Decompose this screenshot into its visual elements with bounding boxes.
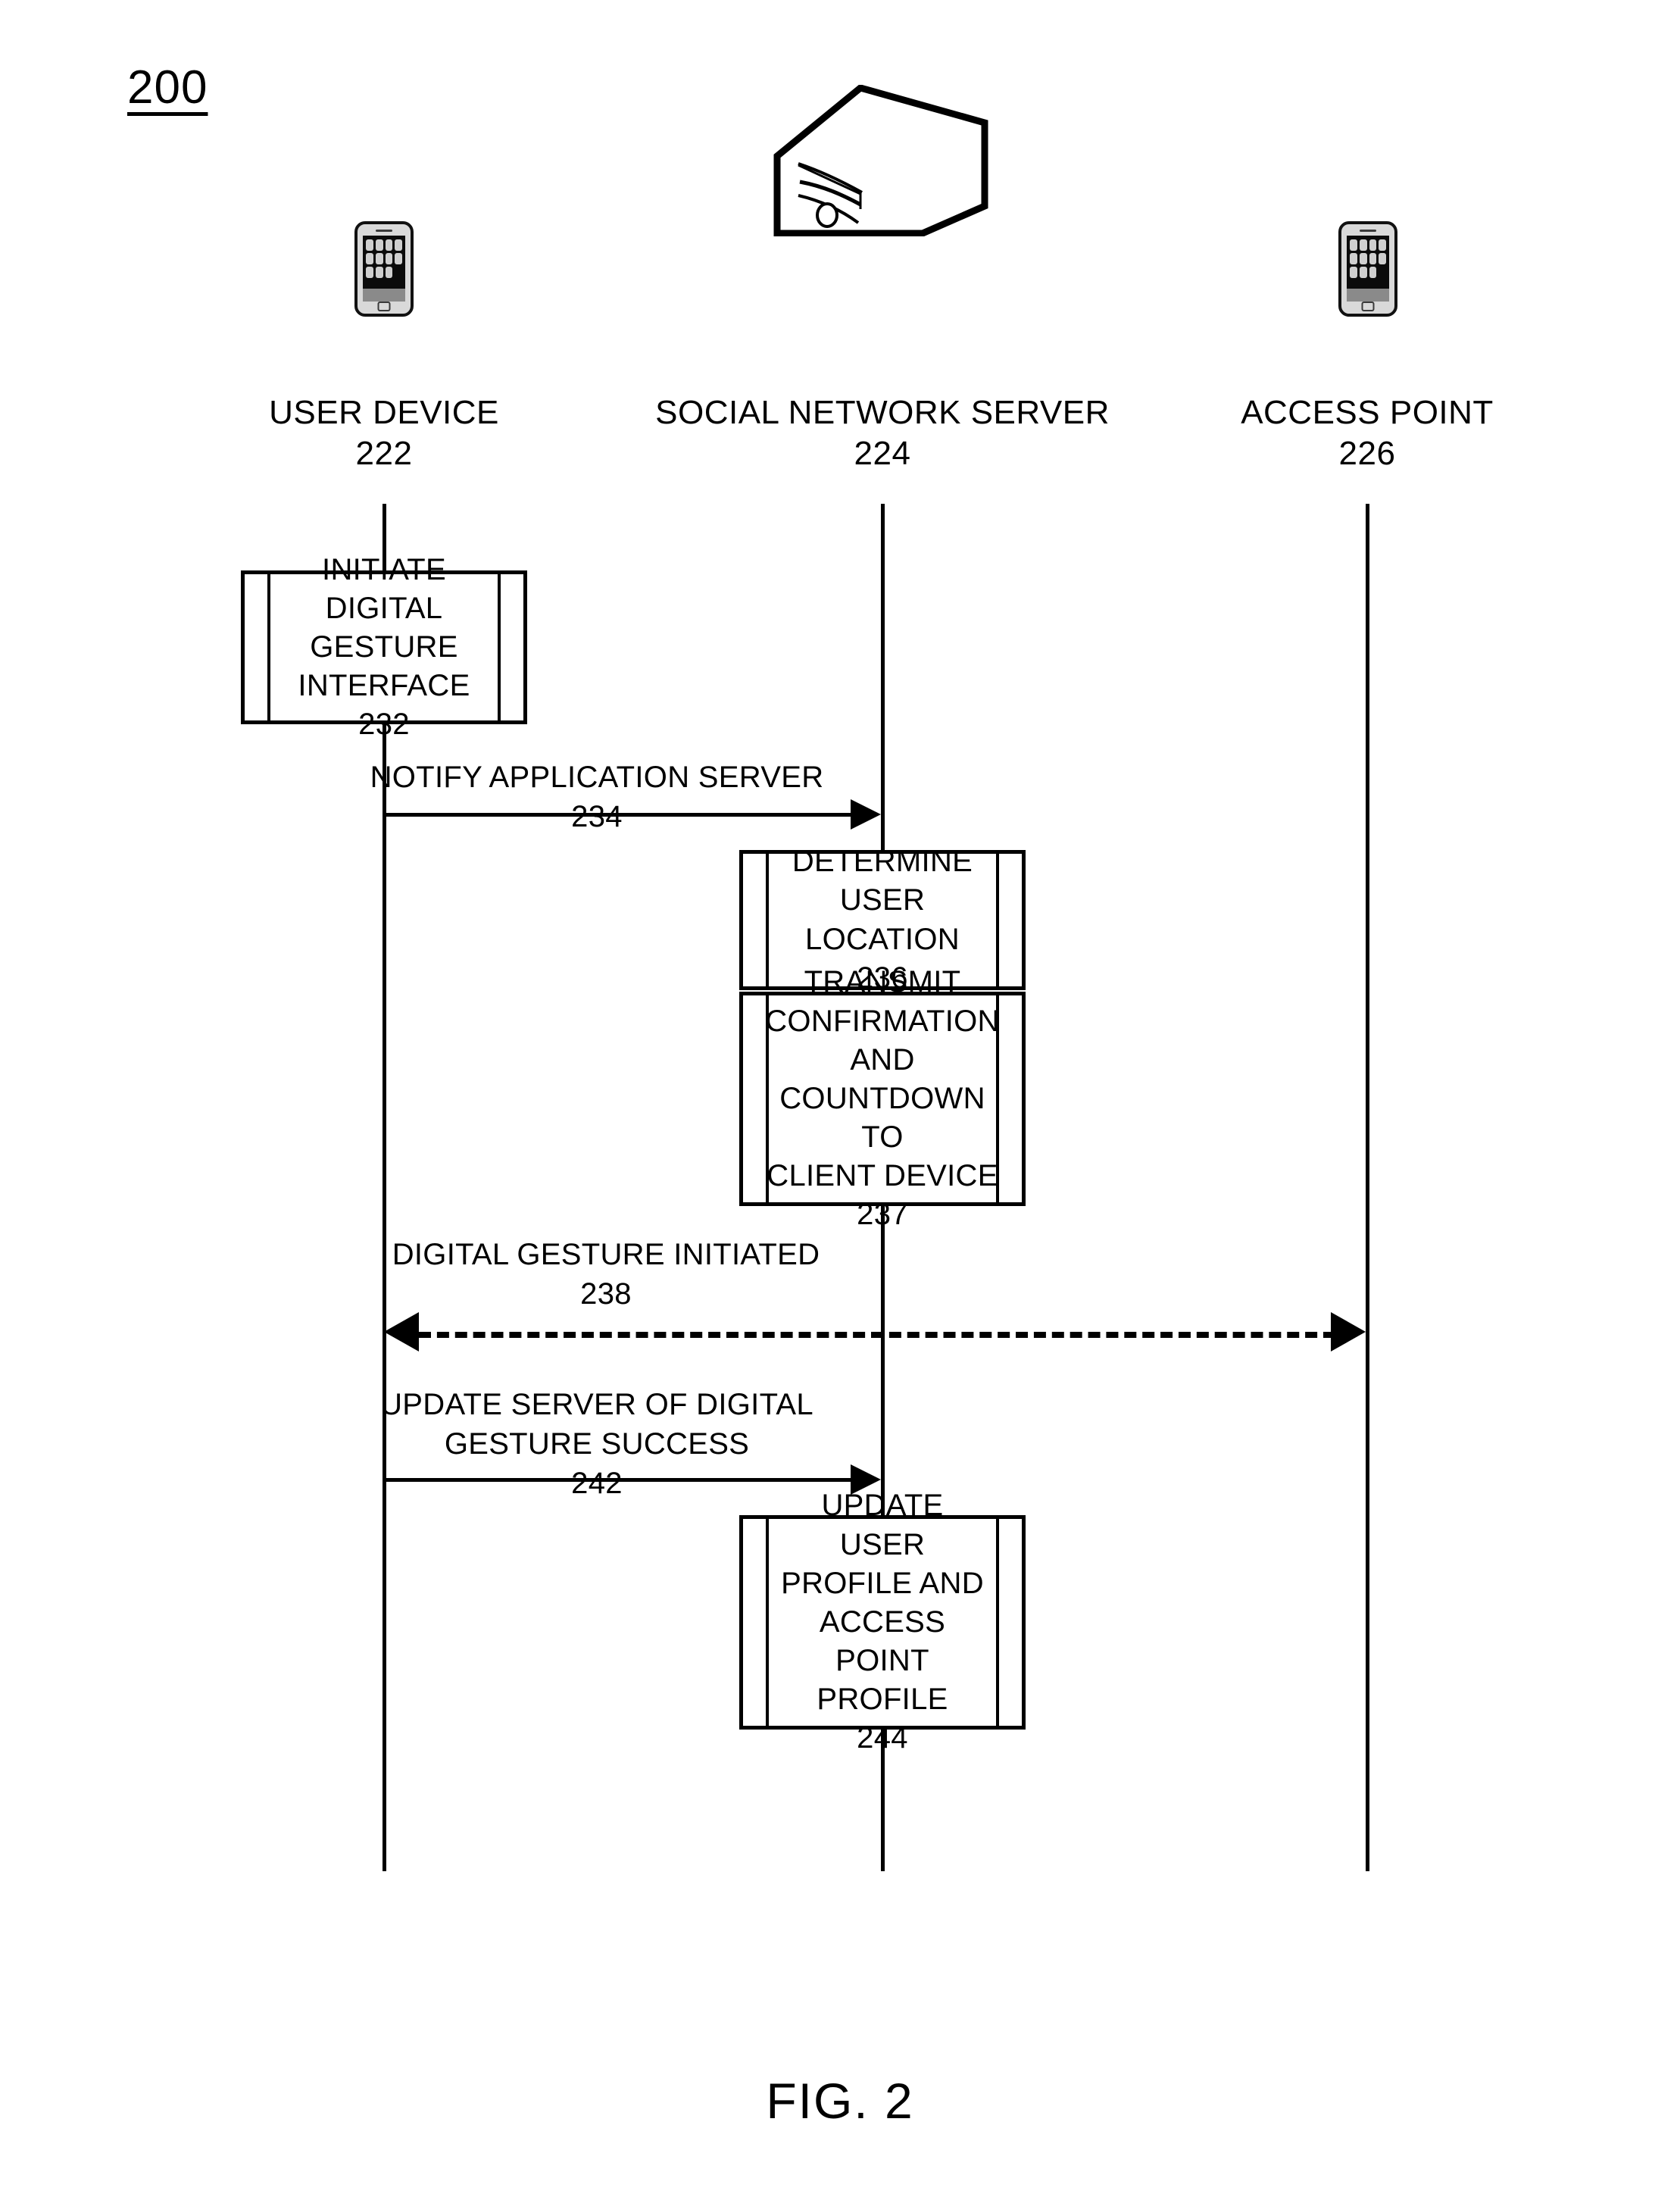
app-icon: [1350, 239, 1357, 251]
process-box-label: INITIATE DIGITAL GESTURE INTERFACE 232: [245, 551, 523, 745]
process-box-text: DETERMINE USER LOCATION: [792, 845, 973, 956]
process-box-transmit-confirmation-and-countdown: TRANSMIT CONFIRMATION AND COUNTDOWN TO C…: [739, 965, 1026, 1231]
actor-ref: 222: [355, 434, 413, 472]
app-icon: [1359, 253, 1367, 264]
message-ref: 238: [580, 1277, 632, 1311]
app-icon: [375, 239, 383, 251]
message-label-notify-application-server: NOTIFY APPLICATION SERVER 234: [324, 758, 870, 836]
process-box-initiate-digital-gesture-interface: INITIATE DIGITAL GESTURE INTERFACE 232: [241, 553, 527, 741]
process-box-text: UPDATE USER PROFILE AND ACCESS POINT PRO…: [781, 1489, 984, 1717]
arrow-head-right-icon: [851, 799, 881, 830]
app-icon: [385, 253, 393, 264]
arrow-head-right-icon: [1331, 1312, 1366, 1352]
app-icon: [366, 267, 373, 278]
message-label-update-server-of-digital-gesture-success: UPDATE SERVER OF DIGITAL GESTURE SUCCESS…: [324, 1385, 870, 1503]
app-icon: [366, 253, 373, 264]
app-icon: [375, 253, 383, 264]
message-text: NOTIFY APPLICATION SERVER: [370, 761, 824, 794]
message-text: DIGITAL GESTURE INITIATED: [392, 1238, 820, 1271]
smartphone-icon-user-device: [354, 221, 414, 317]
phone-dock: [1347, 289, 1389, 302]
app-icon: [385, 239, 393, 251]
smartphone-icon: [1338, 221, 1397, 317]
actor-name: USER DEVICE: [269, 394, 499, 431]
smartphone-icon: [354, 221, 414, 317]
app-icon: [1350, 253, 1357, 264]
process-box-ref: 232: [358, 708, 410, 742]
message-line-242: [384, 1478, 854, 1482]
actor-ref: 224: [854, 434, 911, 472]
app-icon: [395, 253, 402, 264]
app-icon: [1359, 267, 1367, 278]
actor-header-social-network-server: SOCIAL NETWORK SERVER 224: [579, 392, 1185, 473]
patent-figure-page: 200 USER DEVICE 222 SOCIAL NETWORK SERVE…: [0, 0, 1680, 2200]
app-icon: [366, 239, 373, 251]
message-label-digital-gesture-initiated: DIGITAL GESTURE INITIATED 238: [333, 1235, 879, 1314]
message-line-234: [384, 813, 854, 817]
phone-dock: [363, 289, 405, 302]
app-icon: [1379, 253, 1386, 264]
message-line-238: [419, 1332, 1335, 1338]
app-icon: [385, 267, 393, 278]
app-icon: [395, 239, 402, 251]
actor-ref: 226: [1338, 434, 1396, 472]
arrow-head-left-icon: [384, 1312, 419, 1352]
lifeline-access-point: [1366, 504, 1369, 1871]
app-icon: [1369, 253, 1377, 264]
process-box-text: TRANSMIT CONFIRMATION AND COUNTDOWN TO C…: [765, 965, 1000, 1193]
process-box-ref: 237: [857, 1198, 908, 1232]
figure-number: 200: [127, 61, 208, 114]
phone-home-button: [377, 302, 391, 311]
app-icon: [1350, 267, 1357, 278]
smartphone-icon-access-point: [1338, 221, 1397, 317]
phone-speaker: [376, 230, 392, 232]
process-box-text: INITIATE DIGITAL GESTURE INTERFACE: [298, 552, 470, 703]
server-tower-icon: [771, 84, 991, 240]
app-icon: [1369, 239, 1377, 251]
app-icon: [1379, 239, 1386, 251]
app-icon: [1359, 239, 1367, 251]
message-text: UPDATE SERVER OF DIGITAL GESTURE SUCCESS: [380, 1388, 813, 1461]
process-box-ref: 244: [857, 1721, 908, 1755]
app-icon: [1369, 267, 1377, 278]
phone-speaker: [1360, 230, 1376, 232]
actor-name: SOCIAL NETWORK SERVER: [655, 394, 1110, 431]
process-box-label: TRANSMIT CONFIRMATION AND COUNTDOWN TO C…: [730, 963, 1035, 1234]
process-box-label: UPDATE USER PROFILE AND ACCESS POINT PRO…: [743, 1486, 1022, 1758]
app-icon: [375, 267, 383, 278]
actor-name: ACCESS POINT: [1241, 394, 1494, 431]
message-ref: 242: [571, 1467, 623, 1500]
process-box-update-user-profile-and-access-point-profile: UPDATE USER PROFILE AND ACCESS POINT PRO…: [739, 1489, 1026, 1755]
phone-home-button: [1361, 302, 1375, 311]
figure-caption: FIG. 2: [766, 2073, 914, 2129]
actor-header-access-point: ACCESS POINT 226: [1140, 392, 1594, 473]
actor-header-user-device: USER DEVICE 222: [157, 392, 611, 473]
message-ref: 234: [571, 800, 623, 833]
